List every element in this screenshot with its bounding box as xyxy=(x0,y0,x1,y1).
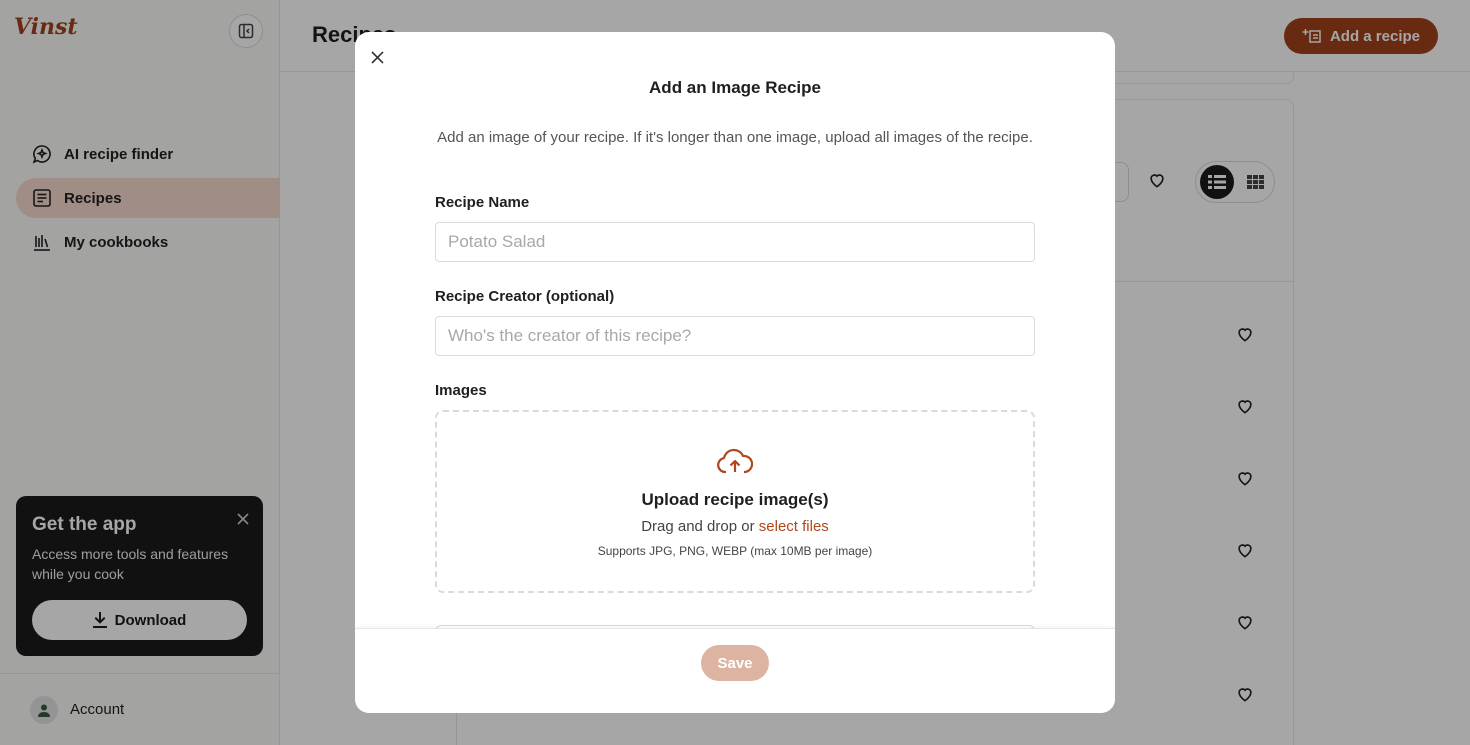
recipe-creator-label: Recipe Creator (optional) xyxy=(435,288,615,305)
drag-drop-text: Drag and drop or select files xyxy=(437,518,1033,535)
modal-footer: Save xyxy=(355,628,1115,713)
recipe-name-input[interactable] xyxy=(435,222,1035,262)
add-image-recipe-modal: Add an Image Recipe Add an image of your… xyxy=(355,32,1115,713)
modal-close-button[interactable] xyxy=(367,47,387,67)
close-icon xyxy=(370,50,384,64)
drag-drop-label: Drag and drop or xyxy=(641,518,755,535)
select-files-link[interactable]: select files xyxy=(759,518,829,535)
images-label: Images xyxy=(435,382,487,399)
recipe-creator-input[interactable] xyxy=(435,316,1035,356)
save-button[interactable]: Save xyxy=(701,645,769,681)
upload-title: Upload recipe image(s) xyxy=(641,490,829,509)
upload-icon-wrap xyxy=(437,448,1033,474)
recipe-name-label: Recipe Name xyxy=(435,194,530,211)
image-dropzone[interactable]: Upload recipe image(s) Drag and drop or … xyxy=(435,410,1035,593)
modal-description: Add an image of your recipe. If it's lon… xyxy=(437,129,1033,146)
cloud-upload-icon xyxy=(717,448,753,474)
modal-title: Add an Image Recipe xyxy=(649,78,821,97)
supported-formats-note: Supports JPG, PNG, WEBP (max 10MB per im… xyxy=(597,544,873,558)
